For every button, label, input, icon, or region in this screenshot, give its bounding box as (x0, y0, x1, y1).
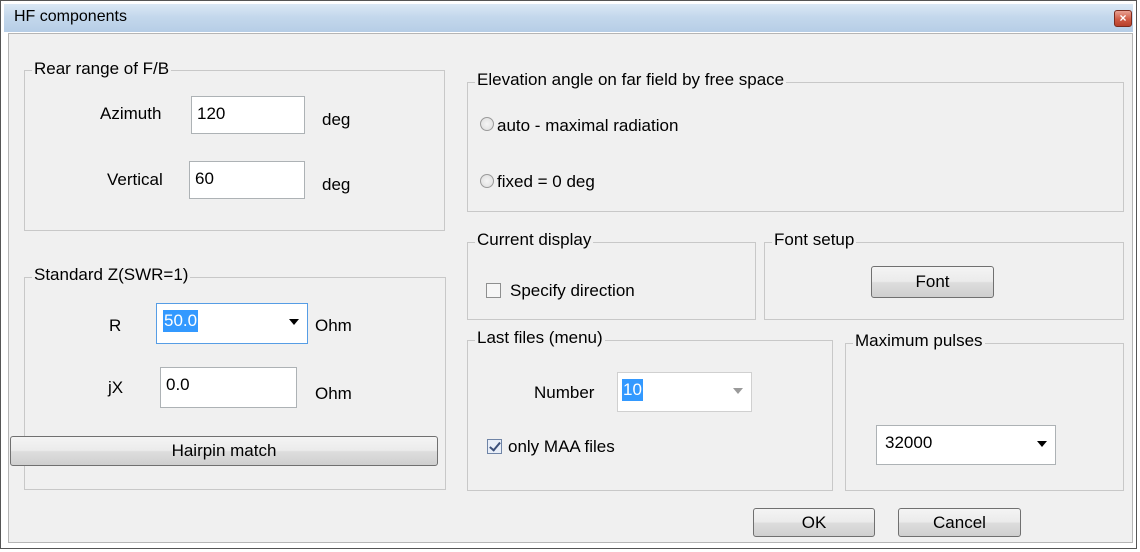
elevation-fixed-radio[interactable] (480, 174, 494, 188)
azimuth-label: Azimuth (100, 104, 162, 123)
jx-input[interactable]: 0.0 (160, 367, 297, 408)
number-combo: 10 (617, 372, 752, 412)
current-display-legend: Current display (475, 230, 594, 250)
title-bar[interactable]: HF components × (4, 4, 1133, 32)
chevron-down-icon[interactable] (289, 319, 299, 325)
jx-label: jX (108, 378, 124, 397)
azimuth-unit: deg (322, 110, 351, 129)
hairpin-match-button[interactable]: Hairpin match (10, 436, 438, 466)
number-value: 10 (622, 379, 643, 401)
r-unit: Ohm (315, 316, 352, 335)
specify-direction-label[interactable]: Specify direction (510, 281, 635, 301)
r-combo[interactable]: 50.0 (156, 303, 308, 344)
font-button-label: Font (915, 272, 950, 291)
jx-unit: Ohm (315, 384, 352, 403)
elevation-auto-radio[interactable] (480, 117, 494, 131)
cancel-button[interactable]: Cancel (898, 508, 1021, 537)
elevation-legend: Elevation angle on far field by free spa… (475, 70, 787, 90)
chevron-down-icon[interactable] (1037, 441, 1047, 447)
rear-range-group (24, 70, 445, 231)
vertical-input[interactable]: 60 (189, 161, 305, 199)
cancel-button-label: Cancel (933, 513, 986, 532)
font-setup-legend: Font setup (772, 230, 857, 250)
standard-z-legend: Standard Z(SWR=1) (32, 265, 191, 285)
close-button[interactable]: × (1114, 10, 1132, 27)
rear-range-legend: Rear range of F/B (32, 59, 172, 79)
elevation-auto-label[interactable]: auto - maximal radiation (497, 116, 678, 136)
elevation-fixed-label[interactable]: fixed = 0 deg (497, 172, 595, 192)
hairpin-match-label: Hairpin match (171, 441, 277, 460)
close-icon: × (1119, 11, 1127, 25)
last-files-legend: Last files (menu) (475, 328, 605, 348)
only-maa-label[interactable]: only MAA files (508, 437, 615, 457)
vertical-label: Vertical (107, 170, 163, 189)
last-files-group (467, 340, 833, 491)
specify-direction-checkbox[interactable] (486, 283, 501, 298)
elevation-group (467, 82, 1124, 212)
window-title: HF components (14, 8, 127, 25)
r-value: 50.0 (163, 310, 199, 332)
ok-button[interactable]: OK (753, 508, 875, 537)
ok-button-label: OK (801, 513, 827, 532)
max-pulses-group (845, 343, 1124, 491)
number-label: Number (534, 383, 595, 402)
azimuth-input[interactable]: 120 (191, 96, 305, 134)
font-button[interactable]: Font (871, 266, 994, 298)
only-maa-checkbox[interactable] (487, 439, 502, 454)
chevron-down-icon (733, 388, 743, 394)
r-label: R (109, 316, 122, 335)
vertical-unit: deg (322, 175, 351, 194)
max-pulses-value: 32000 (885, 433, 933, 452)
max-pulses-combo[interactable]: 32000 (876, 425, 1056, 465)
max-pulses-legend: Maximum pulses (853, 331, 985, 351)
